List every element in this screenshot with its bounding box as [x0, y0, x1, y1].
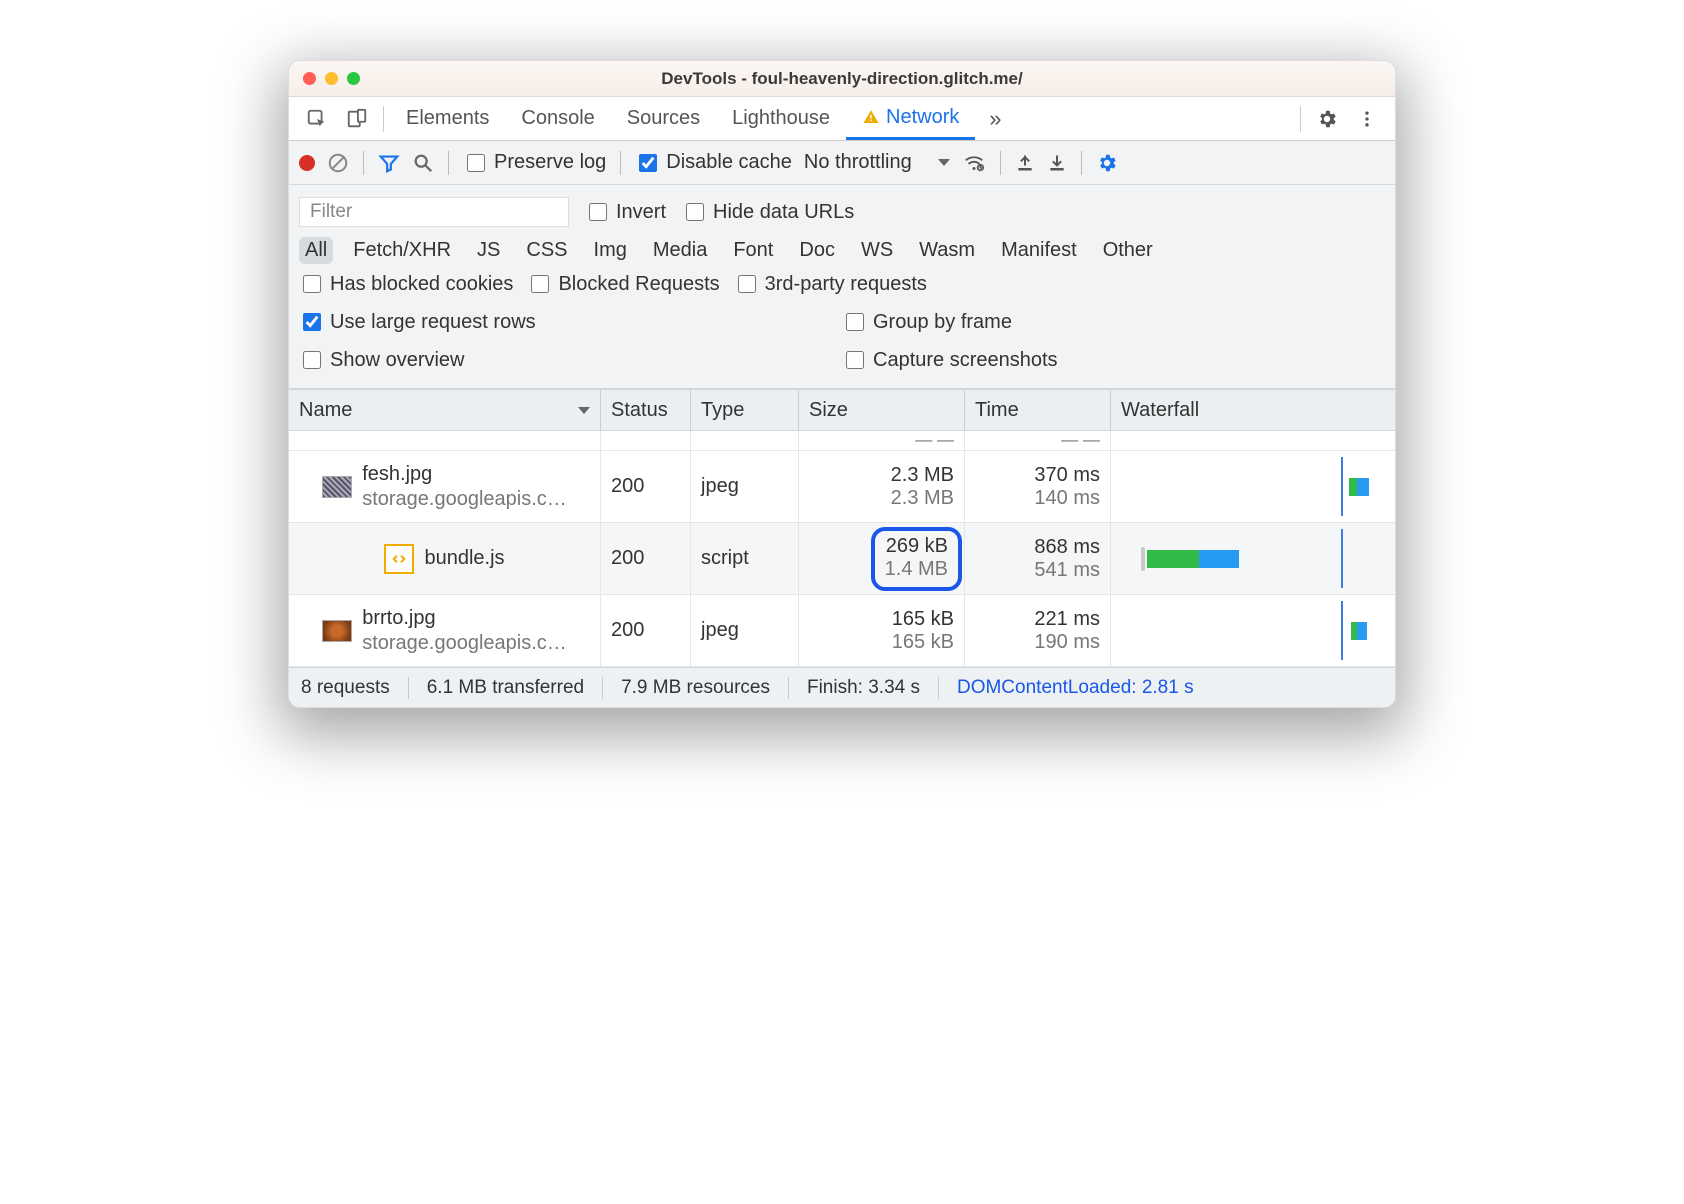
export-har-icon[interactable]	[1047, 152, 1067, 174]
inspect-icon[interactable]	[297, 108, 337, 130]
type-filter-js[interactable]: JS	[471, 237, 506, 264]
type-filter-all[interactable]: All	[299, 237, 333, 264]
status-transferred: 6.1 MB transferred	[427, 677, 584, 699]
type-filter-img[interactable]: Img	[588, 237, 633, 264]
type-filter-doc[interactable]: Doc	[793, 237, 841, 264]
devtools-window: DevTools - foul-heavenly-direction.glitc…	[288, 60, 1396, 708]
cell-size-highlighted: 269 kB1.4 MB	[799, 523, 965, 594]
group-by-frame-checkbox[interactable]: Group by frame	[842, 310, 1385, 334]
file-thumbnail-icon	[322, 476, 352, 498]
file-domain: storage.googleapis.c…	[362, 487, 567, 512]
third-party-checkbox[interactable]: 3rd-party requests	[734, 272, 927, 296]
cell-status: 200	[601, 523, 691, 594]
blocked-requests-checkbox[interactable]: Blocked Requests	[527, 272, 719, 296]
chevron-down-icon	[938, 159, 950, 166]
table-row[interactable]: bundle.js 200 script 269 kB1.4 MB 868 ms…	[289, 523, 1395, 595]
tab-elements[interactable]: Elements	[390, 97, 505, 140]
cell-type: jpeg	[691, 595, 799, 666]
type-filter-wasm[interactable]: Wasm	[913, 237, 981, 264]
hide-data-urls-checkbox[interactable]: Hide data URLs	[682, 200, 854, 224]
network-toolbar: Preserve log Disable cache No throttling	[289, 141, 1395, 185]
file-name: bundle.js	[424, 546, 504, 571]
window-title: DevTools - foul-heavenly-direction.glitc…	[289, 69, 1395, 89]
cell-waterfall	[1111, 451, 1395, 522]
table-body: ― ―― ― fesh.jpg storage.googleapis.c… 20…	[289, 431, 1395, 667]
cell-size: 165 kB165 kB	[799, 595, 965, 666]
file-name: brrto.jpg	[362, 606, 567, 631]
show-overview-checkbox[interactable]: Show overview	[299, 348, 842, 372]
type-filter-media[interactable]: Media	[647, 237, 713, 264]
has-blocked-cookies-checkbox[interactable]: Has blocked cookies	[299, 272, 513, 296]
cell-time: 370 ms140 ms	[965, 451, 1111, 522]
cell-size: 2.3 MB2.3 MB	[799, 451, 965, 522]
preserve-log-checkbox[interactable]: Preserve log	[463, 151, 606, 175]
table-row[interactable]: fesh.jpg storage.googleapis.c… 200 jpeg …	[289, 451, 1395, 523]
cell-status: 200	[601, 451, 691, 522]
filter-funnel-icon[interactable]	[378, 152, 400, 174]
table-row[interactable]: brrto.jpg storage.googleapis.c… 200 jpeg…	[289, 595, 1395, 667]
tab-network[interactable]: Network	[846, 97, 975, 140]
col-size[interactable]: Size	[799, 390, 965, 430]
cell-waterfall	[1111, 523, 1395, 594]
import-har-icon[interactable]	[1015, 152, 1035, 174]
panel-tabs: Elements Console Sources Lighthouse Netw…	[289, 97, 1395, 141]
status-resources: 7.9 MB resources	[621, 677, 770, 699]
cell-type: script	[691, 523, 799, 594]
col-waterfall[interactable]: Waterfall	[1111, 390, 1395, 430]
device-toggle-icon[interactable]	[337, 108, 377, 130]
type-filter-css[interactable]: CSS	[520, 237, 573, 264]
script-file-icon	[384, 544, 414, 574]
file-domain: storage.googleapis.c…	[362, 631, 567, 656]
type-filter-manifest[interactable]: Manifest	[995, 237, 1083, 264]
filter-input[interactable]: Filter	[299, 197, 569, 227]
col-status[interactable]: Status	[601, 390, 691, 430]
type-filter-ws[interactable]: WS	[855, 237, 899, 264]
settings-icon[interactable]	[1307, 108, 1347, 130]
tab-sources[interactable]: Sources	[611, 97, 716, 140]
cell-waterfall	[1111, 595, 1395, 666]
status-bar: 8 requests 6.1 MB transferred 7.9 MB res…	[289, 667, 1395, 707]
cell-status: 200	[601, 595, 691, 666]
col-name[interactable]: Name	[289, 390, 601, 430]
search-icon[interactable]	[412, 152, 434, 174]
cell-type: jpeg	[691, 451, 799, 522]
clear-icon[interactable]	[327, 152, 349, 174]
table-header: Name Status Type Size Time Waterfall	[289, 389, 1395, 431]
type-filter-other[interactable]: Other	[1097, 237, 1159, 264]
status-domcontentloaded: DOMContentLoaded: 2.81 s	[957, 677, 1194, 699]
table-row-partial: ― ―― ―	[289, 431, 1395, 451]
type-filter-font[interactable]: Font	[727, 237, 779, 264]
type-filter-fetchxhr[interactable]: Fetch/XHR	[347, 237, 457, 264]
tab-lighthouse[interactable]: Lighthouse	[716, 97, 846, 140]
file-thumbnail-icon	[322, 620, 352, 642]
network-settings-icon[interactable]	[1096, 152, 1118, 174]
kebab-menu-icon[interactable]	[1347, 109, 1387, 129]
warning-icon	[862, 108, 880, 126]
large-rows-checkbox[interactable]: Use large request rows	[299, 310, 842, 334]
type-filter-row: All Fetch/XHR JS CSS Img Media Font Doc …	[299, 233, 1385, 268]
file-name: fesh.jpg	[362, 462, 567, 487]
record-button[interactable]	[299, 155, 315, 171]
titlebar: DevTools - foul-heavenly-direction.glitc…	[289, 61, 1395, 97]
cell-time: 868 ms541 ms	[965, 523, 1111, 594]
network-conditions-icon[interactable]	[962, 152, 986, 174]
status-finish: Finish: 3.34 s	[807, 677, 920, 699]
cell-time: 221 ms190 ms	[965, 595, 1111, 666]
more-tabs-button[interactable]: »	[975, 106, 1015, 132]
throttling-select[interactable]: No throttling	[804, 151, 950, 174]
sort-desc-icon	[578, 407, 590, 414]
tab-console[interactable]: Console	[505, 97, 610, 140]
capture-screenshots-checkbox[interactable]: Capture screenshots	[842, 348, 1385, 372]
disable-cache-checkbox[interactable]: Disable cache	[635, 151, 792, 175]
filter-bar: Filter Invert Hide data URLs All Fetch/X…	[289, 185, 1395, 389]
invert-checkbox[interactable]: Invert	[585, 200, 666, 224]
col-time[interactable]: Time	[965, 390, 1111, 430]
col-type[interactable]: Type	[691, 390, 799, 430]
status-requests: 8 requests	[301, 677, 390, 699]
